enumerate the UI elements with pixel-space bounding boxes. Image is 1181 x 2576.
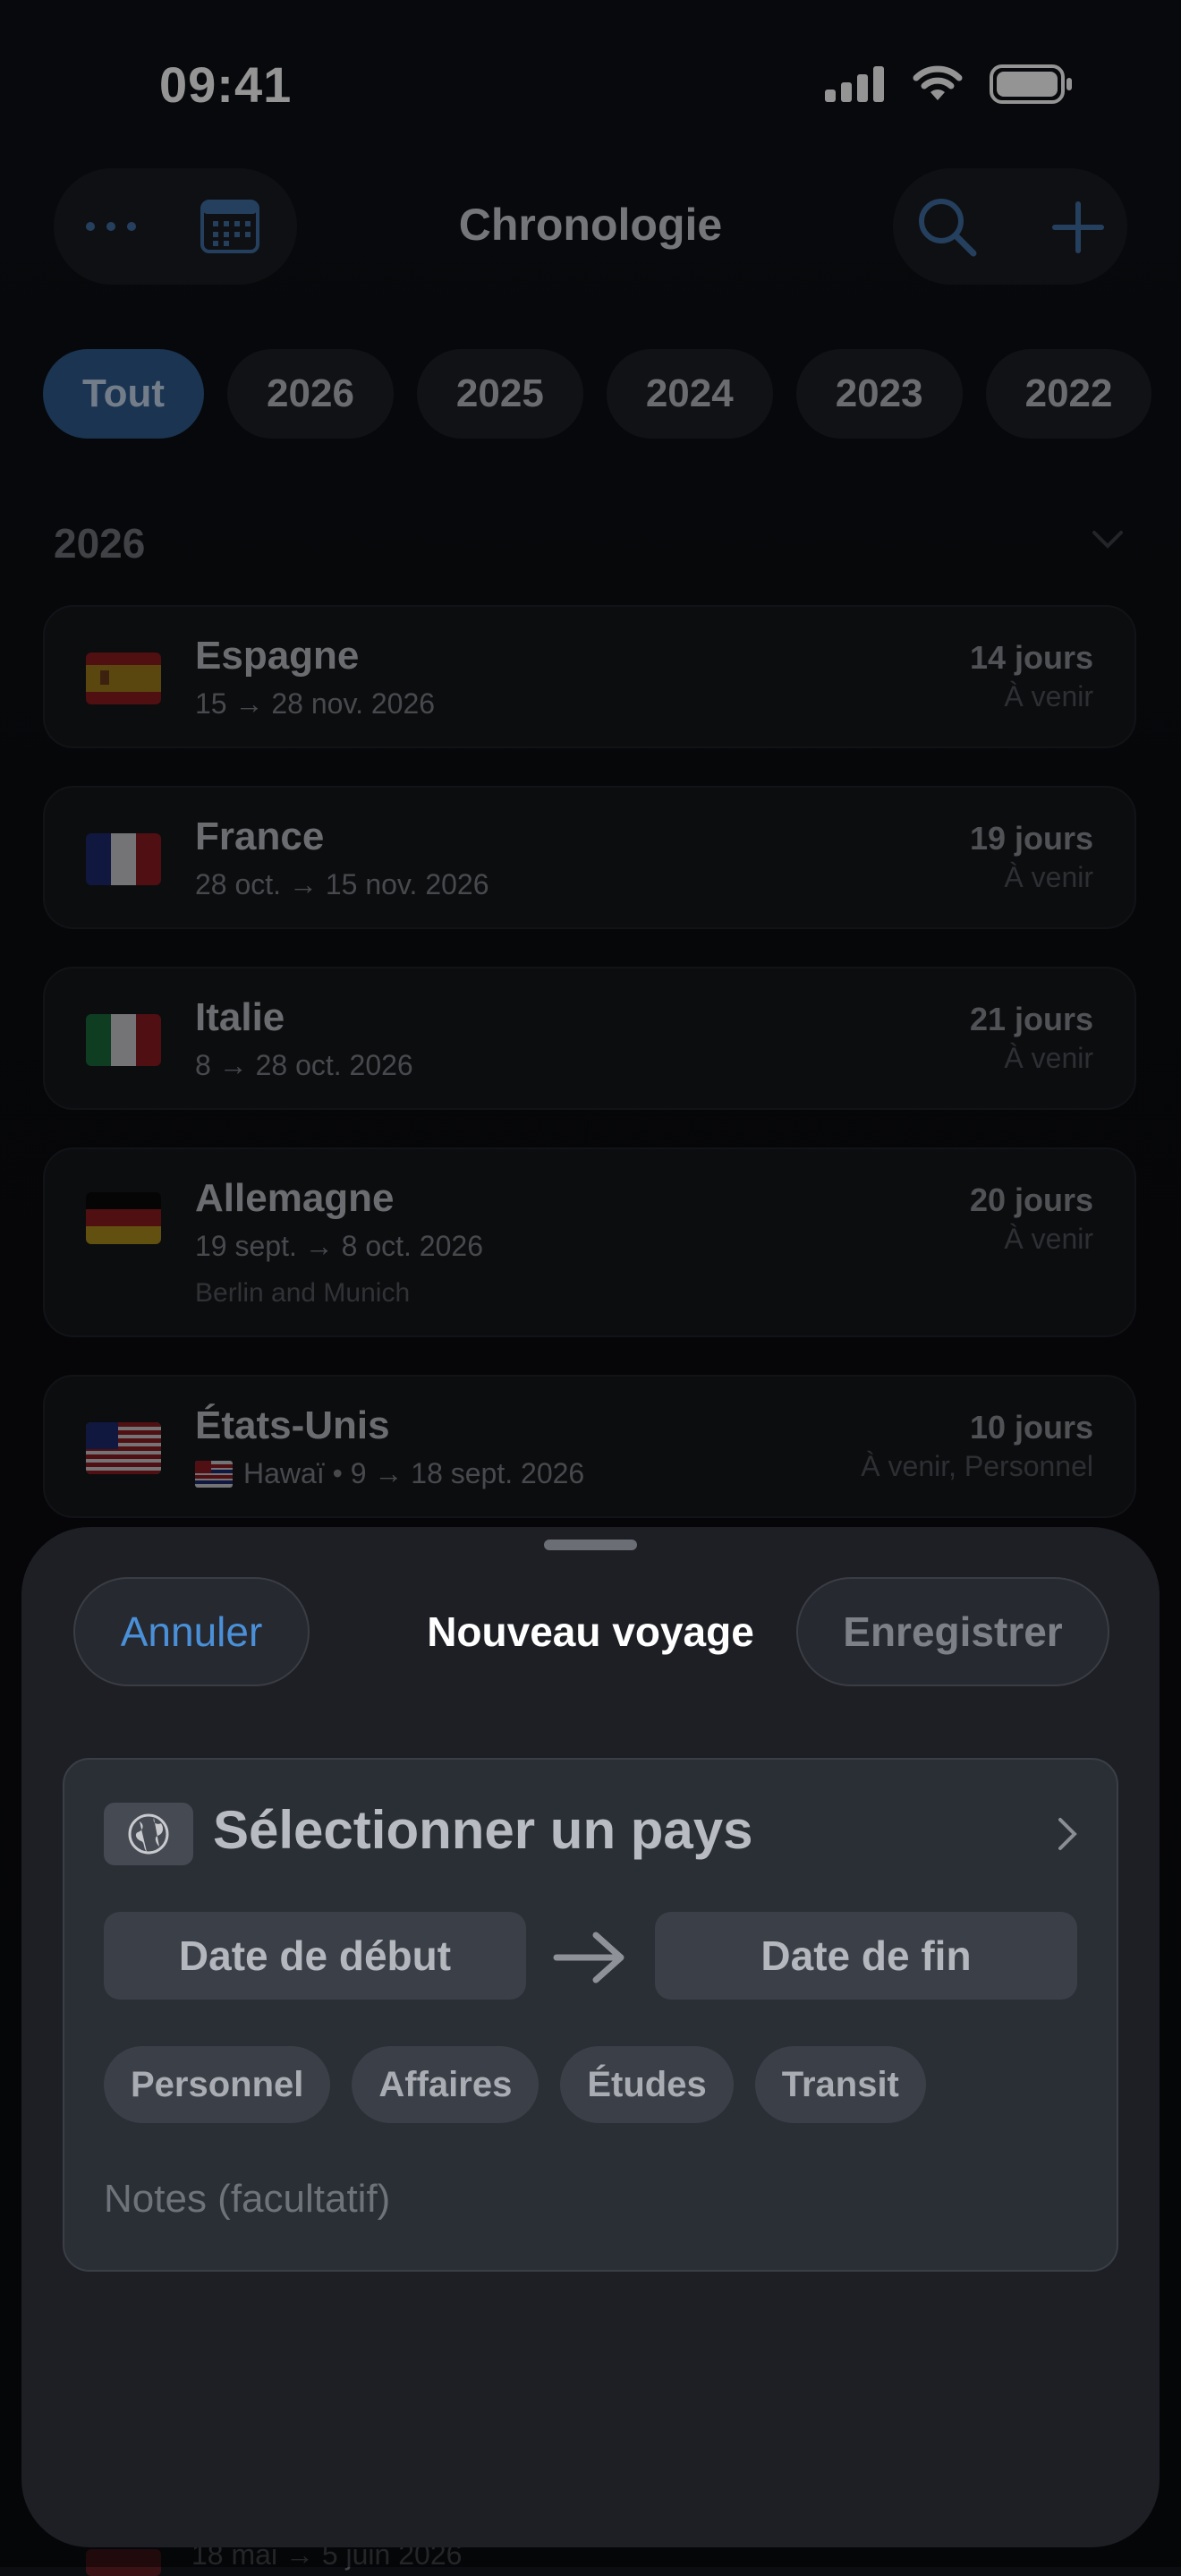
trip-status: À venir	[1004, 1223, 1093, 1255]
germany-flag-icon	[86, 1192, 161, 1244]
trip-duration: 21 jours	[969, 1001, 1093, 1037]
tag-personal[interactable]: Personnel	[104, 2046, 331, 2123]
section-year-title: 2026	[54, 520, 146, 567]
year-filter-chips: Tout 2026 2025 2024 2023 2022	[43, 349, 1152, 439]
chevron-down-icon	[1092, 531, 1123, 549]
france-flag-icon	[86, 833, 161, 885]
trip-dates: 15 → 28 nov. 2026	[195, 687, 436, 720]
trip-dates: Hawaï • 9 → 18 sept. 2026	[243, 1457, 585, 1489]
trip-status: À venir	[1004, 861, 1093, 893]
trip-duration: 20 jours	[969, 1181, 1093, 1218]
tag-business[interactable]: Affaires	[352, 2046, 540, 2123]
plus-icon	[1052, 201, 1104, 253]
trip-form: Sélectionner un pays Date de début Date …	[63, 1758, 1118, 2272]
search-icon	[919, 199, 977, 257]
year-chip-2026[interactable]: 2026	[227, 349, 394, 439]
trip-card-france[interactable]: France 28 oct. → 15 nov. 2026 19 jours À…	[43, 786, 1136, 929]
add-trip-button[interactable]	[1038, 190, 1118, 265]
status-time: 09:41	[159, 56, 293, 113]
status-icons	[825, 64, 1074, 104]
chevron-right-icon	[1058, 1817, 1077, 1855]
year-chip-all[interactable]: Tout	[43, 349, 205, 439]
globe-icon-box	[104, 1803, 193, 1865]
hawaii-flag-icon	[195, 1461, 233, 1488]
trip-country: Italie	[195, 995, 285, 1039]
start-date-field[interactable]: Date de début	[104, 1912, 526, 2000]
usa-flag-icon	[86, 1422, 161, 1474]
arrow-right-icon	[553, 1932, 626, 1988]
trip-dates: 8 → 28 oct. 2026	[195, 1049, 413, 1081]
spain-flag-icon	[86, 653, 161, 704]
timeline-screen: 09:41 Chronologie Tout 2026 2025 2024 20…	[0, 0, 1181, 2576]
trip-duration: 14 jours	[969, 639, 1093, 676]
trip-card-germany[interactable]: Allemagne 19 sept. → 8 oct. 2026 Berlin …	[43, 1147, 1136, 1337]
country-select[interactable]: Sélectionner un pays	[213, 1799, 753, 1861]
trip-note: Berlin and Munich	[195, 1278, 411, 1308]
trip-duration: 19 jours	[969, 820, 1093, 857]
trip-status: À venir, Personnel	[861, 1450, 1093, 1482]
save-button[interactable]: Enregistrer	[796, 1577, 1109, 1686]
globe-icon	[128, 1813, 169, 1855]
new-trip-sheet: Annuler Nouveau voyage Enregistrer Sélec…	[21, 1527, 1160, 2547]
notes-input[interactable]: Notes (facultatif)	[104, 2177, 390, 2222]
sheet-grabber[interactable]	[544, 1540, 637, 1550]
trip-country: États-Unis	[195, 1403, 390, 1447]
peek-trip-flag-icon	[86, 2549, 161, 2576]
section-collapse-button[interactable]	[1092, 530, 1124, 554]
year-chip-2025[interactable]: 2025	[416, 349, 583, 439]
trip-card-italy[interactable]: Italie 8 → 28 oct. 2026 21 jours À venir	[43, 967, 1136, 1110]
trip-country: Espagne	[195, 634, 360, 678]
trip-dates: 19 sept. → 8 oct. 2026	[195, 1230, 483, 1262]
trip-country: Allemagne	[195, 1176, 395, 1220]
trip-type-tags: Personnel Affaires Études Transit	[104, 2046, 926, 2123]
year-chip-2022[interactable]: 2022	[985, 349, 1152, 439]
tag-transit[interactable]: Transit	[754, 2046, 926, 2123]
cellular-signal-icon	[825, 66, 884, 102]
trip-dates: 28 oct. → 15 nov. 2026	[195, 868, 489, 900]
trip-card-spain[interactable]: Espagne 15 → 28 nov. 2026 14 jours À ven…	[43, 605, 1136, 748]
tag-studies[interactable]: Études	[560, 2046, 734, 2123]
trip-country: France	[195, 815, 325, 858]
search-button[interactable]	[907, 190, 988, 265]
year-chip-2023[interactable]: 2023	[795, 349, 963, 439]
year-chip-2024[interactable]: 2024	[606, 349, 773, 439]
trip-duration: 10 jours	[969, 1409, 1093, 1446]
trip-status: À venir	[1004, 680, 1093, 712]
wifi-icon	[913, 65, 963, 100]
battery-icon	[990, 64, 1072, 104]
italy-flag-icon	[86, 1014, 161, 1066]
trip-status: À venir	[1004, 1042, 1093, 1074]
trip-card-usa[interactable]: États-Unis Hawaï • 9 → 18 sept. 2026 10 …	[43, 1375, 1136, 1518]
end-date-field[interactable]: Date de fin	[655, 1912, 1077, 2000]
